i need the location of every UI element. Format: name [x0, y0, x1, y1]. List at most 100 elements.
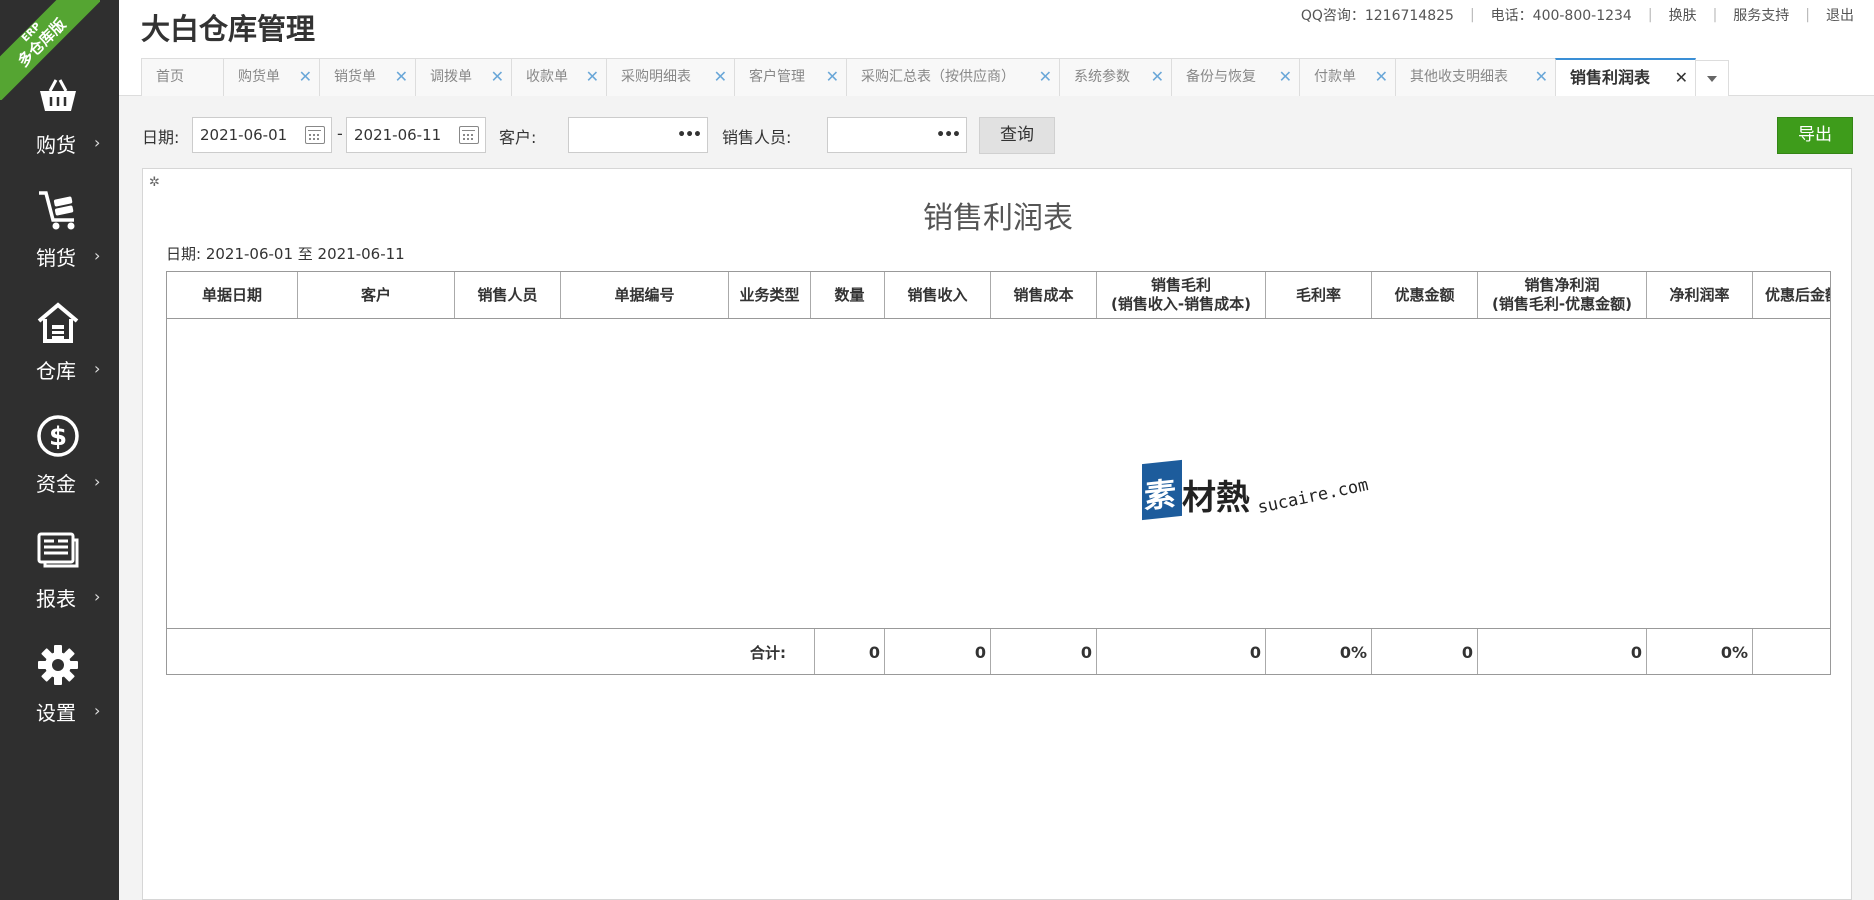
column-header[interactable]: 优惠后金额 — [1753, 272, 1830, 318]
tab-sales-profit[interactable]: 销售利润表 ✕ — [1555, 58, 1696, 96]
more-icon[interactable]: ••• — [677, 118, 702, 152]
total-cell — [1753, 629, 1830, 674]
close-icon[interactable]: ✕ — [299, 59, 312, 95]
more-icon[interactable]: ••• — [936, 118, 961, 152]
column-header[interactable]: 优惠金额 — [1372, 272, 1478, 318]
sidebar-label-reports: 报表 — [36, 587, 76, 611]
watermark: 素 材熱 sucaire.com — [1142, 459, 1392, 530]
calendar-icon[interactable] — [305, 126, 325, 144]
chevron-right-icon: › — [94, 246, 101, 265]
close-icon[interactable]: ✕ — [1675, 60, 1688, 96]
close-icon[interactable]: ✕ — [395, 59, 408, 95]
sidebar-item-settings[interactable]: 设置 › — [0, 643, 119, 743]
sidebar-item-funds[interactable]: $ 资金 › — [0, 414, 119, 514]
column-header[interactable]: 单据编号 — [561, 272, 729, 318]
gear-icon — [38, 645, 78, 685]
column-header[interactable]: 销售净利润 (销售毛利-优惠金额) — [1478, 272, 1647, 318]
tab-overflow-button[interactable] — [1695, 60, 1729, 96]
tab-payment[interactable]: 付款单 ✕ — [1299, 58, 1396, 96]
chevron-right-icon: › — [94, 133, 101, 152]
close-icon[interactable]: ✕ — [491, 59, 504, 95]
tab-transfer-order[interactable]: 调拨单 ✕ — [415, 58, 512, 96]
phone-link[interactable]: 电话：400-800-1234 — [1491, 5, 1632, 25]
warehouse-icon — [37, 302, 79, 343]
total-cell: 0 — [991, 629, 1097, 674]
tab-purchase-detail[interactable]: 采购明细表 ✕ — [606, 58, 735, 96]
report-grid: 单据日期 客户 销售人员 单据编号 业务类型 数量 销售收入 销售成本 销售毛利… — [166, 271, 1831, 675]
close-icon[interactable]: ✕ — [1375, 59, 1388, 95]
cart-icon — [39, 191, 75, 230]
watermark-domain: sucaire.com — [1255, 475, 1371, 518]
query-button[interactable]: 查询 — [979, 117, 1055, 154]
column-header[interactable]: 单据日期 — [167, 272, 298, 318]
total-cell: 0 — [1372, 629, 1478, 674]
close-icon[interactable]: ✕ — [714, 59, 727, 95]
svg-text:$: $ — [49, 422, 67, 452]
column-header[interactable]: 净利润率 — [1647, 272, 1753, 318]
column-header[interactable]: 毛利率 — [1266, 272, 1372, 318]
tab-customer-management[interactable]: 客户管理 ✕ — [734, 58, 847, 96]
report-title: 销售利润表 — [923, 201, 1073, 236]
total-label: 合计: — [167, 629, 815, 674]
tab-home[interactable]: 首页 — [141, 58, 224, 96]
sidebar-item-sales[interactable]: 销货 › — [0, 188, 119, 288]
customer-input[interactable]: ••• — [568, 117, 708, 153]
app-title: 大白仓库管理 — [141, 12, 316, 46]
dollar-icon: $ — [37, 415, 79, 457]
date-to-input[interactable]: 2021-06-11 — [346, 117, 486, 153]
sidebar-label-sales: 销货 — [36, 246, 76, 270]
date-from-input[interactable]: 2021-06-01 — [192, 117, 332, 153]
calendar-icon[interactable] — [459, 126, 479, 144]
close-icon[interactable]: ✕ — [826, 59, 839, 95]
export-button[interactable]: 导出 — [1777, 117, 1853, 154]
tab-sales-order[interactable]: 销货单 ✕ — [319, 58, 416, 96]
tab-purchase-order[interactable]: 购货单 ✕ — [223, 58, 320, 96]
date-label: 日期: — [142, 128, 180, 147]
customer-label: 客户: — [499, 128, 537, 147]
caret-down-icon — [1707, 76, 1717, 82]
column-header[interactable]: 销售毛利 (销售收入-销售成本) — [1097, 272, 1266, 318]
total-cell: 0 — [885, 629, 991, 674]
total-cell: 0 — [1478, 629, 1647, 674]
qq-contact-link[interactable]: QQ咨询：1216714825 — [1301, 5, 1454, 25]
sidebar-item-purchase[interactable]: 购货 › — [0, 75, 119, 175]
skin-link[interactable]: 换肤 — [1669, 5, 1697, 25]
tab-backup-restore[interactable]: 备份与恢复 ✕ — [1171, 58, 1300, 96]
sidebar-item-reports[interactable]: 报表 › — [0, 529, 119, 629]
total-cell: 0 — [1097, 629, 1266, 674]
chevron-right-icon: › — [94, 701, 101, 720]
report-date-range: 日期: 2021-06-01 至 2021-06-11 — [166, 245, 405, 263]
watermark-brand: 材熱 — [1182, 478, 1250, 518]
support-link[interactable]: 服务支持 — [1733, 5, 1789, 25]
logout-link[interactable]: 退出 — [1826, 5, 1854, 25]
sidebar-label-purchase: 购货 — [36, 133, 76, 157]
chevron-right-icon: › — [94, 472, 101, 491]
top-links: QQ咨询：1216714825 | 电话：400-800-1234 | 换肤 |… — [1300, 5, 1854, 25]
column-header[interactable]: 业务类型 — [729, 272, 811, 318]
date-separator: - — [337, 124, 343, 143]
salesperson-label: 销售人员: — [722, 128, 792, 147]
column-header[interactable]: 销售成本 — [991, 272, 1097, 318]
tab-system-params[interactable]: 系统参数 ✕ — [1059, 58, 1172, 96]
sidebar: ERP 多仓库版 购货 › 销货 › 仓库 › $ 资金 › 报表 › 设置 › — [0, 0, 119, 900]
tab-other-income-expense[interactable]: 其他收支明细表 ✕ — [1395, 58, 1556, 96]
tab-bar: 首页 购货单 ✕ 销货单 ✕ 调拨单 ✕ 收款单 ✕ 采购明细表 ✕ 客户管理 ✕ 采购汇总… — [141, 58, 1729, 96]
gear-icon[interactable]: ✲ — [149, 175, 160, 190]
sidebar-item-warehouse[interactable]: 仓库 › — [0, 301, 119, 401]
close-icon[interactable]: ✕ — [1151, 59, 1164, 95]
column-header[interactable]: 销售收入 — [885, 272, 991, 318]
sidebar-label-settings: 设置 — [36, 701, 76, 725]
column-header[interactable]: 数量 — [815, 272, 885, 318]
total-cell: 0% — [1266, 629, 1372, 674]
sidebar-label-funds: 资金 — [36, 472, 76, 496]
tab-purchase-summary[interactable]: 采购汇总表（按供应商） ✕ — [846, 58, 1060, 96]
column-header[interactable]: 客户 — [298, 272, 455, 318]
tab-receipt[interactable]: 收款单 ✕ — [511, 58, 607, 96]
salesperson-input[interactable]: ••• — [827, 117, 967, 153]
column-header[interactable]: 销售人员 — [455, 272, 561, 318]
close-icon[interactable]: ✕ — [1279, 59, 1292, 95]
close-icon[interactable]: ✕ — [1039, 59, 1052, 95]
close-icon[interactable]: ✕ — [1535, 59, 1548, 95]
close-icon[interactable]: ✕ — [586, 59, 599, 95]
report-panel: ✲ 销售利润表 日期: 2021-06-01 至 2021-06-11 单据日期… — [142, 168, 1852, 900]
